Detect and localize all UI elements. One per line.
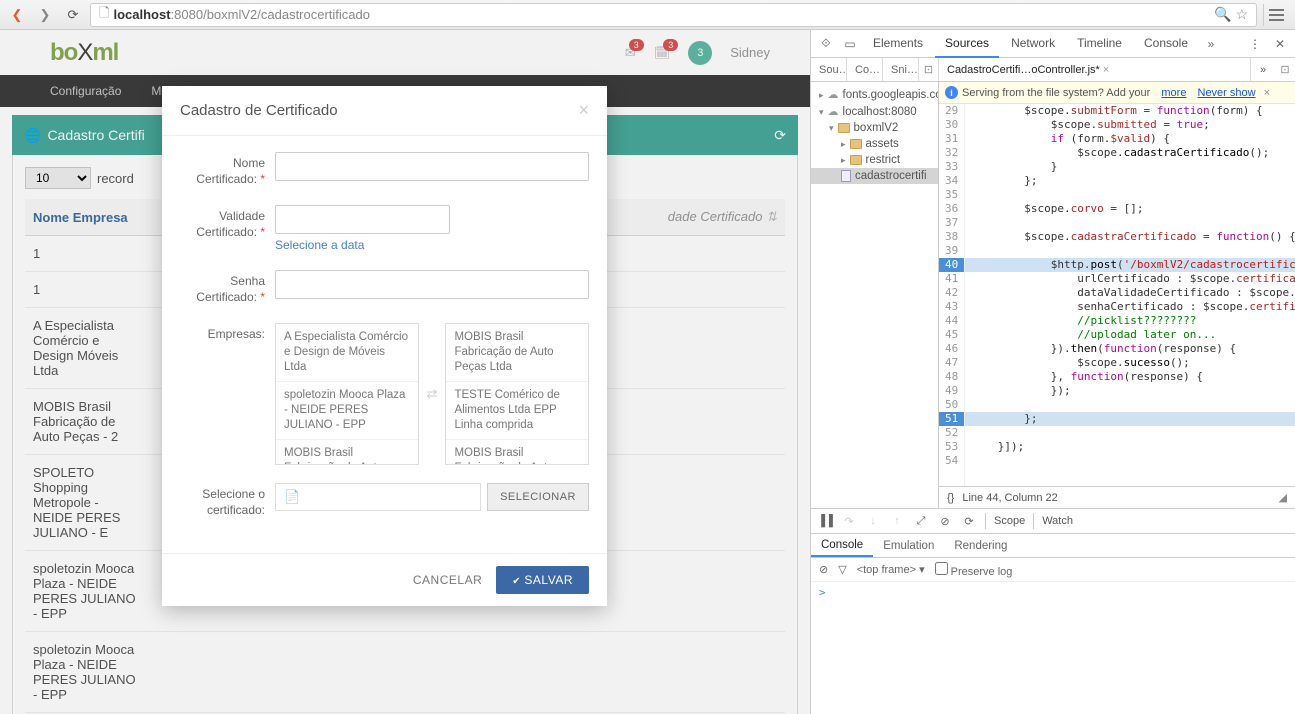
info-never-show-link[interactable]: Never show	[1198, 87, 1256, 99]
menu-button[interactable]	[1263, 4, 1289, 26]
modal-cadastro-certificado: Cadastro de Certificado × Nome Certifica…	[162, 86, 607, 606]
preserve-log-checkbox[interactable]: Preserve log	[935, 562, 1013, 578]
frame-select[interactable]: <top frame> ▾	[857, 563, 925, 576]
url-port: :8080	[171, 7, 204, 22]
code-editor[interactable]: 2930313233343536373839404142434445464748…	[939, 104, 1295, 486]
subtab-snippets[interactable]: Sni…	[883, 58, 919, 81]
file-tab[interactable]: CadastroCertifi…oController.js* ×	[939, 58, 1251, 81]
url-host: localhost	[113, 7, 170, 22]
input-nome-certificado[interactable]	[275, 152, 589, 181]
label-nome: Nome Certificado: *	[180, 152, 275, 187]
sidebar-right-toggle-icon[interactable]: ⊡	[1275, 58, 1295, 81]
devtools-menu-icon[interactable]: ⋮	[1243, 37, 1267, 51]
cloud-icon	[828, 105, 839, 118]
step-into-icon[interactable]: ↓	[865, 515, 881, 527]
picklist-selected[interactable]: MOBIS Brasil Fabricação de Auto Peças Lt…	[445, 323, 589, 465]
info-bar: i Serving from the file system? Add your…	[939, 82, 1295, 104]
picklist-option[interactable]: A Especialista Comércio e Design de Móve…	[276, 324, 418, 382]
folder-icon	[850, 139, 862, 149]
label-selecione-cert: Selecione o certificado:	[180, 483, 275, 518]
filter-icon[interactable]: ▽	[838, 563, 846, 576]
save-button[interactable]: SALVAR	[496, 566, 589, 594]
reload-button[interactable]: ⟳	[62, 4, 84, 26]
modal-title: Cadastro de Certificado	[180, 102, 338, 119]
url-path: /boxmlV2/cadastrocertificado	[203, 7, 370, 22]
step-over-icon[interactable]: ↷	[841, 515, 857, 528]
status-resize-icon[interactable]: ◢	[1279, 491, 1287, 504]
picklist-option[interactable]: MOBIS Brasil Fabricação de Auto Peças - …	[276, 440, 418, 465]
async-icon[interactable]: ⟳	[961, 515, 977, 528]
picklist-option[interactable]: spoletozin Mooca Plaza - NEIDE PERES JUL…	[276, 382, 418, 440]
pause-icon[interactable]: ▐▐	[817, 515, 833, 527]
tab-network[interactable]: Network	[1001, 30, 1065, 58]
step-out-icon[interactable]: ↑	[889, 515, 905, 527]
drawer-tab-console[interactable]: Console	[811, 535, 873, 557]
search-icon[interactable]: 🔍	[1214, 6, 1231, 23]
tab-timeline[interactable]: Timeline	[1067, 30, 1132, 58]
file-select-button[interactable]: SELECIONAR	[487, 483, 589, 511]
url-bar[interactable]: 🗋 localhost :8080 /boxmlV2/cadastrocerti…	[90, 3, 1257, 27]
nav-forward-button[interactable]: ❯	[34, 4, 56, 26]
info-more-link[interactable]: more	[1161, 87, 1186, 99]
picklist-option[interactable]: MOBIS Brasil Fabricação de Auto Peças Lt…	[446, 440, 588, 465]
watch-tab[interactable]: Watch	[1042, 515, 1073, 527]
inspect-icon[interactable]: ⟐	[815, 36, 837, 51]
label-validade: Validade Certificado: *	[180, 205, 275, 252]
bookmark-icon[interactable]: ☆	[1235, 6, 1248, 23]
clear-console-icon[interactable]: ⊘	[819, 563, 828, 576]
pause-exceptions-icon[interactable]: ⊘	[937, 515, 953, 528]
subtab-sources[interactable]: Sou…	[811, 58, 847, 81]
date-hint[interactable]: Selecione a data	[275, 238, 364, 252]
input-senha-certificado[interactable]	[275, 270, 589, 299]
modal-close-icon[interactable]: ×	[578, 100, 589, 121]
source-tree[interactable]: fonts.googleapis.co localhost:8080 boxml…	[811, 82, 939, 508]
folder-icon	[838, 123, 850, 133]
info-close-icon[interactable]: ×	[1264, 87, 1270, 99]
drawer-tab-emulation[interactable]: Emulation	[873, 536, 944, 556]
console-input[interactable]: >	[811, 582, 1295, 714]
file-icon	[841, 170, 851, 182]
sidebar-toggle-icon[interactable]: ⊡	[919, 58, 939, 81]
tab-elements[interactable]: Elements	[863, 30, 933, 58]
drawer-tab-rendering[interactable]: Rendering	[944, 536, 1017, 556]
deactivate-breakpoints-icon[interactable]: ⤢	[913, 515, 929, 528]
picklist-option[interactable]: MOBIS Brasil Fabricação de Auto Peças Lt…	[446, 324, 588, 382]
device-icon[interactable]: ▭	[839, 37, 861, 51]
label-empresas: Empresas:	[180, 323, 275, 465]
cancel-button[interactable]: CANCELAR	[413, 573, 482, 587]
label-senha: Senha Certificado: *	[180, 270, 275, 305]
picklist-option[interactable]: TESTE Comérico de Alimentos Ltda EPP Lin…	[446, 382, 588, 440]
file-display: 📄	[275, 483, 481, 511]
tabs-overflow-icon[interactable]: »	[1200, 37, 1222, 51]
pretty-print-icon[interactable]: {}	[947, 492, 954, 504]
tab-sources[interactable]: Sources	[935, 30, 999, 58]
cloud-icon	[828, 88, 839, 101]
editor-status-bar: {} Line 44, Column 22 ◢	[939, 486, 1295, 508]
picklist-move-icon[interactable]: ⇄	[427, 386, 438, 402]
tab-console[interactable]: Console	[1134, 30, 1198, 58]
nav-back-button[interactable]: ❮	[6, 4, 28, 26]
input-validade-certificado[interactable]	[275, 205, 450, 234]
devtools-close-icon[interactable]: ✕	[1269, 37, 1291, 51]
subtab-content[interactable]: Co…	[847, 58, 883, 81]
file-icon: 📄	[284, 489, 300, 504]
scope-tab[interactable]: Scope	[994, 515, 1025, 527]
folder-icon	[850, 155, 862, 165]
info-icon: i	[945, 86, 958, 99]
file-tabs-overflow-icon[interactable]: »	[1251, 58, 1275, 81]
picklist-available[interactable]: A Especialista Comércio e Design de Móve…	[275, 323, 419, 465]
